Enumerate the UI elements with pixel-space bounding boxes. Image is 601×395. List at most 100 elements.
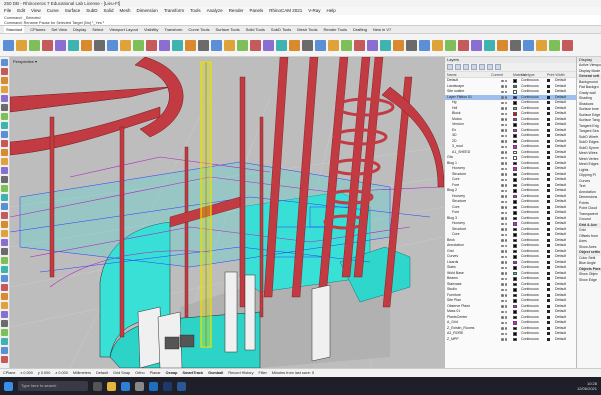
toolbar-tool-icon[interactable] bbox=[302, 39, 313, 51]
toolbar-tool-icon[interactable] bbox=[81, 39, 92, 51]
lock-icon[interactable] bbox=[504, 266, 507, 269]
toolbar-tool-icon[interactable] bbox=[107, 39, 118, 51]
color-swatch-icon[interactable] bbox=[513, 145, 517, 149]
print-color-icon[interactable] bbox=[547, 332, 550, 336]
color-swatch-icon[interactable] bbox=[513, 227, 517, 231]
lock-icon[interactable] bbox=[504, 156, 507, 159]
side-tool-icon[interactable] bbox=[1, 203, 8, 210]
side-tool-icon[interactable] bbox=[1, 311, 8, 318]
bulb-icon[interactable] bbox=[501, 332, 504, 335]
color-swatch-icon[interactable] bbox=[513, 90, 517, 94]
menu-edit[interactable]: Edit bbox=[17, 7, 25, 15]
lock-icon[interactable] bbox=[504, 118, 507, 121]
side-tool-icon[interactable] bbox=[1, 275, 8, 282]
side-tool-icon[interactable] bbox=[1, 131, 8, 138]
toolbar-tool-icon[interactable] bbox=[172, 39, 183, 51]
delete-layer-button[interactable] bbox=[463, 64, 469, 70]
menu-panels[interactable]: Panels bbox=[249, 7, 263, 15]
status-item[interactable]: z 0.000 bbox=[55, 369, 67, 377]
tools-button[interactable] bbox=[495, 64, 501, 70]
tab-cplanes[interactable]: CPlanes bbox=[30, 26, 45, 33]
tab-drafting[interactable]: Drafting bbox=[353, 26, 367, 33]
bulb-icon[interactable] bbox=[501, 327, 504, 330]
bulb-icon[interactable] bbox=[501, 195, 504, 198]
display-setting[interactable]: SubD Edges bbox=[577, 140, 601, 146]
lock-icon[interactable] bbox=[504, 222, 507, 225]
lock-icon[interactable] bbox=[504, 173, 507, 176]
bulb-icon[interactable] bbox=[501, 123, 504, 126]
lock-icon[interactable] bbox=[504, 140, 507, 143]
toolbar-tool-icon[interactable] bbox=[484, 39, 495, 51]
bulb-icon[interactable] bbox=[501, 107, 504, 110]
print-color-icon[interactable] bbox=[547, 128, 550, 132]
toolbar-tool-icon[interactable] bbox=[29, 39, 40, 51]
menu-help[interactable]: Help bbox=[327, 7, 336, 15]
display-setting[interactable]: Mesh Edges bbox=[577, 162, 601, 168]
print-color-icon[interactable] bbox=[547, 293, 550, 297]
tab-new-in-v7[interactable]: New in V7 bbox=[373, 26, 391, 33]
print-color-icon[interactable] bbox=[547, 321, 550, 325]
toolbar-tool-icon[interactable] bbox=[367, 39, 378, 51]
bulb-icon[interactable] bbox=[501, 250, 504, 253]
layer-visibility-icons[interactable] bbox=[501, 337, 513, 343]
color-swatch-icon[interactable] bbox=[513, 238, 517, 242]
menu-view[interactable]: View bbox=[31, 7, 41, 15]
bulb-icon[interactable] bbox=[501, 140, 504, 143]
lock-icon[interactable] bbox=[504, 299, 507, 302]
lock-icon[interactable] bbox=[504, 272, 507, 275]
print-color-icon[interactable] bbox=[547, 211, 550, 215]
side-tool-icon[interactable] bbox=[1, 293, 8, 300]
color-swatch-icon[interactable] bbox=[513, 315, 517, 319]
lock-icon[interactable] bbox=[504, 294, 507, 297]
side-tool-icon[interactable] bbox=[1, 95, 8, 102]
status-item[interactable]: SmartTrack bbox=[182, 369, 203, 377]
print-color-icon[interactable] bbox=[547, 84, 550, 88]
display-setting[interactable]: Surface tone bbox=[577, 107, 601, 113]
toolbar-tool-icon[interactable] bbox=[458, 39, 469, 51]
menu-mesh[interactable]: Mesh bbox=[120, 7, 131, 15]
print-color-icon[interactable] bbox=[547, 134, 550, 138]
new-layer-button[interactable] bbox=[447, 64, 453, 70]
layer-linetype[interactable]: Continuous bbox=[521, 337, 547, 343]
bulb-icon[interactable] bbox=[501, 101, 504, 104]
side-tool-icon[interactable] bbox=[1, 266, 8, 273]
bulb-icon[interactable] bbox=[501, 184, 504, 187]
menu-dimension[interactable]: Dimension bbox=[137, 7, 158, 15]
header-print-width[interactable]: Print Width bbox=[547, 72, 567, 77]
side-tool-icon[interactable] bbox=[1, 59, 8, 66]
bulb-icon[interactable] bbox=[501, 173, 504, 176]
toolbar-tool-icon[interactable] bbox=[120, 39, 131, 51]
print-color-icon[interactable] bbox=[547, 244, 550, 248]
lock-icon[interactable] bbox=[504, 250, 507, 253]
windows-start-icon[interactable] bbox=[4, 381, 13, 391]
print-color-icon[interactable] bbox=[547, 79, 550, 83]
bulb-icon[interactable] bbox=[501, 79, 504, 82]
bulb-icon[interactable] bbox=[501, 129, 504, 132]
bulb-icon[interactable] bbox=[501, 222, 504, 225]
side-tool-icon[interactable] bbox=[1, 113, 8, 120]
color-swatch-icon[interactable] bbox=[513, 205, 517, 209]
print-color-icon[interactable] bbox=[547, 266, 550, 270]
lock-icon[interactable] bbox=[504, 178, 507, 181]
bulb-icon[interactable] bbox=[501, 283, 504, 286]
toolbar-tool-icon[interactable] bbox=[146, 39, 157, 51]
toolbar-tool-icon[interactable] bbox=[276, 39, 287, 51]
lock-icon[interactable] bbox=[504, 321, 507, 324]
lock-icon[interactable] bbox=[504, 310, 507, 313]
lock-icon[interactable] bbox=[504, 195, 507, 198]
bulb-icon[interactable] bbox=[501, 200, 504, 203]
color-swatch-icon[interactable] bbox=[513, 106, 517, 110]
status-item[interactable]: Minutes from last save: 5 bbox=[272, 369, 314, 377]
color-swatch-icon[interactable] bbox=[513, 211, 517, 215]
color-swatch-icon[interactable] bbox=[513, 172, 517, 176]
toolbar-tool-icon[interactable] bbox=[68, 39, 79, 51]
toolbar-tool-icon[interactable] bbox=[354, 39, 365, 51]
side-tool-icon[interactable] bbox=[1, 149, 8, 156]
status-item[interactable]: Filter bbox=[258, 369, 266, 377]
display-section-header[interactable]: Object settin bbox=[577, 250, 601, 256]
bulb-icon[interactable] bbox=[501, 338, 504, 341]
side-tool-icon[interactable] bbox=[1, 347, 8, 354]
toolbar-tool-icon[interactable] bbox=[55, 39, 66, 51]
rhino-app-icon[interactable] bbox=[135, 381, 144, 391]
print-color-icon[interactable] bbox=[547, 178, 550, 182]
